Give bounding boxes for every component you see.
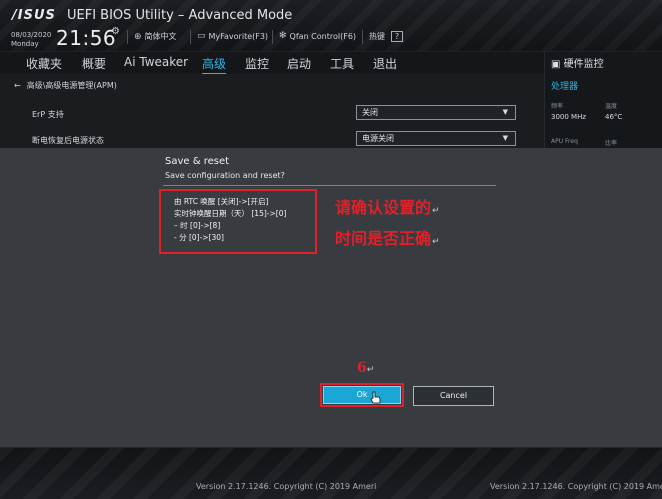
cancel-button[interactable]: Cancel [413,386,494,406]
erp-support-value: 关闭 [362,108,378,117]
hand-cursor-icon [370,391,381,404]
globe-icon: ⊕ [134,31,142,42]
dialog-divider [163,185,496,186]
footer-version-text: Version 2.17.1246. Copyright (C) 2019 Am… [196,482,377,491]
dialog-title: Save & reset [165,156,230,167]
paragraph-mark-icon: ↵ [432,206,440,216]
fan-icon: ✻ [279,31,287,41]
date-block: 08/03/2020 Monday [11,31,51,49]
weekday-text: Monday [11,40,39,48]
ac-power-loss-select[interactable]: 电源关闭 ▼ [356,131,516,146]
header-bar: /ISUS UEFI BIOS Utility – Advanced Mode … [0,0,662,52]
back-arrow-icon[interactable]: ← [14,81,21,90]
dialog-subtitle: Save configuration and reset? [165,171,285,180]
paragraph-mark-icon: ↵ [366,365,375,375]
menu-tool[interactable]: 工具 [330,55,354,72]
hardware-monitor-title: ▣ 硬件监控 [551,55,604,70]
breadcrumb[interactable]: ← 高级\高级电源管理(APM) [14,80,117,91]
step-number: 6 [357,360,367,376]
qfan-control-button[interactable]: ✻ Qfan Control(F6) [279,31,356,41]
date-text: 08/03/2020 [11,31,52,39]
clock-time: 21:56 [56,26,117,50]
temp-label: 温度 [605,103,618,110]
save-reset-dialog: Save & reset Save configuration and rese… [155,148,507,413]
header-divider [127,30,128,44]
change-item: 实时钟唤醒日期（天） [15]->[0] [174,209,287,218]
main-content: ← 高级\高级电源管理(APM) ErP 支持 关闭 ▼ 断电恢复后电源状态 电源… [0,74,544,148]
main-menu-bar: 收藏夹 概要 Ai Tweaker 高级 监控 启动 工具 退出 [0,52,544,75]
myfavorite-button[interactable]: ▭ MyFavorite(F3) [197,31,268,41]
freq-value: 3000 MHz [551,113,587,121]
change-item: - 分 [0]->[30] [174,233,224,242]
annotation-text: 请确认设置的 [335,198,432,217]
header-divider [190,30,191,44]
apu-freq-label: APU Freq [551,138,578,145]
erp-support-select[interactable]: 关闭 ▼ [356,105,516,120]
hotkey-button[interactable]: 热键 ? [369,31,403,42]
setting-label-ac-power-loss: 断电恢复后电源状态 [32,136,104,145]
chevron-down-icon: ▼ [502,108,508,116]
header-divider [362,30,363,44]
language-label: 简体中文 [144,32,177,41]
hardware-monitor-label: 硬件监控 [563,59,604,70]
menu-ai-tweaker[interactable]: Ai Tweaker [124,55,188,69]
breadcrumb-text: 高级\高级电源管理(APM) [26,81,117,90]
app-title: UEFI BIOS Utility – Advanced Mode [67,8,293,23]
footer-bar: Version 2.17.1246. Copyright (C) 2019 Am… [0,447,662,499]
change-item: – 时 [0]->[8] [174,221,221,230]
annotation-line-1: 请确认设置的↵ [335,194,440,218]
monitor-icon: ▣ [551,59,561,70]
footer-version-text-right: Version 2.17.1246. Copyright (C) 2019 Am… [490,482,662,491]
header-divider [272,30,273,44]
language-button[interactable]: ⊕ 简体中文 [134,31,177,42]
menu-favorites[interactable]: 收藏夹 [26,55,62,72]
changes-list: 由 RTC 唤醒 [关闭]->[开启] 实时钟唤醒日期（天） [15]->[0]… [159,189,317,254]
freq-label: 频率 [551,103,564,110]
menu-monitor[interactable]: 监控 [245,55,269,72]
ratio-label: 比率 [605,140,618,147]
gear-icon[interactable]: ⚙ [111,26,120,37]
asus-logo: /ISUS [12,8,56,23]
myfavorite-label: MyFavorite(F3) [208,31,269,41]
annotation-line-2: 时间是否正确↵ [335,225,440,249]
temp-value: 46°C [605,113,623,121]
menu-exit[interactable]: 退出 [373,55,397,72]
menu-advanced[interactable]: 高级 [202,55,227,75]
favorite-icon: ▭ [197,31,206,41]
ok-button[interactable]: Ok [323,386,401,404]
annotation-text: 时间是否正确 [335,229,432,248]
bios-screen: /ISUS UEFI BIOS Utility – Advanced Mode … [0,0,662,499]
menu-main[interactable]: 概要 [82,55,106,72]
ac-power-loss-value: 电源关闭 [362,134,394,143]
hotkey-label: 热键 [369,32,385,41]
paragraph-mark-icon: ↵ [432,237,440,247]
chevron-down-icon: ▼ [502,134,508,142]
setting-label-erp: ErP 支持 [32,110,64,119]
step-number-annotation: 6↵ [357,360,374,376]
change-item: 由 RTC 唤醒 [关闭]->[开启] [174,197,269,206]
cpu-section-title: 处理器 [551,82,579,92]
menu-boot[interactable]: 启动 [287,55,311,72]
qfan-label: Qfan Control(F6) [289,31,357,41]
help-key-icon: ? [391,31,403,42]
setting-row-erp: ErP 支持 关闭 ▼ [0,104,544,126]
